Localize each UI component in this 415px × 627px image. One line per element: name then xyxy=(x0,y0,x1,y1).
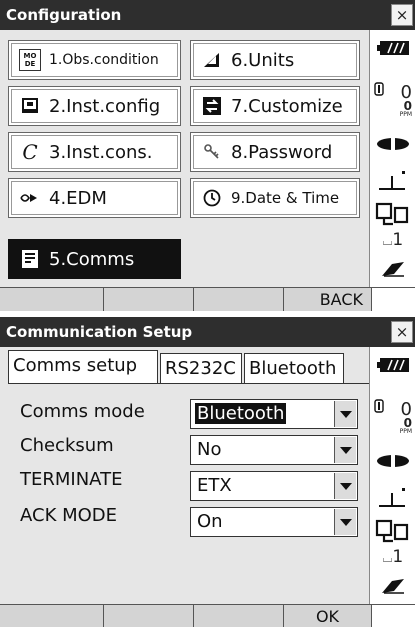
tab-comms-setup[interactable]: Comms setup xyxy=(8,350,158,384)
ack-mode-value: On xyxy=(197,511,223,532)
close-button[interactable]: × xyxy=(391,4,413,26)
comms-mode-label: Comms mode xyxy=(20,401,145,422)
menu-inst-cons[interactable]: C 3.Inst.cons. xyxy=(8,132,181,172)
menu-date-time[interactable]: 9.Date & Time xyxy=(190,178,360,218)
softkey-bar: OK xyxy=(0,604,415,627)
battery-icon xyxy=(374,357,412,376)
menu-inst-config[interactable]: 2.Inst.config xyxy=(8,86,181,126)
terminate-select[interactable]: ETX xyxy=(190,471,358,501)
terminate-value: ETX xyxy=(197,475,232,496)
prism-icon xyxy=(374,82,384,96)
clock-icon xyxy=(201,187,223,209)
chevron-down-icon[interactable] xyxy=(334,473,356,499)
memory-card-icon xyxy=(374,202,412,230)
key-icon xyxy=(201,141,223,163)
status-panel: 0 0 PPM ⌴1 xyxy=(369,30,415,290)
communication-setup-screen: Communication Setup × Comms setup RS232C… xyxy=(0,317,415,627)
page-indicator: ⌴1 xyxy=(382,230,404,250)
tab-bluetooth[interactable]: Bluetooth xyxy=(244,353,344,383)
menu-obs-condition[interactable]: MO DE 1.Obs.condition xyxy=(8,40,181,80)
page-indicator: ⌴1 xyxy=(382,547,404,567)
comms-mode-select[interactable]: Bluetooth xyxy=(190,399,358,429)
softkey-2[interactable] xyxy=(104,605,194,627)
menu-label: 8.Password xyxy=(231,141,333,163)
status-panel: 0 0 PPM ⌴1 xyxy=(369,347,415,607)
swap-icon xyxy=(201,95,223,117)
softkey-bar: BACK xyxy=(0,287,415,311)
tab-rs232c[interactable]: RS232C xyxy=(160,353,242,383)
instrument-icon xyxy=(19,95,41,117)
ppm-indicator: 0 0 PPM xyxy=(374,76,412,118)
softkey-1[interactable] xyxy=(0,288,104,311)
window-title-text: Communication Setup xyxy=(6,323,193,341)
comms-mode-value: Bluetooth xyxy=(195,403,287,424)
menu-password[interactable]: 8.Password xyxy=(190,132,360,172)
page-number: 1 xyxy=(392,547,404,567)
menu-label: 9.Date & Time xyxy=(231,189,340,207)
mode-icon: MO DE xyxy=(19,49,41,71)
menu-comms[interactable]: 5.Comms xyxy=(8,239,181,279)
chevron-down-icon[interactable] xyxy=(334,437,356,463)
menu-label: 7.Customize xyxy=(231,95,343,117)
softkey-3[interactable] xyxy=(194,605,284,627)
terminate-label: TERMINATE xyxy=(20,469,123,490)
comms-icon xyxy=(19,248,41,270)
ack-mode-select[interactable]: On xyxy=(190,507,358,537)
softkey-1[interactable] xyxy=(0,605,104,627)
ack-mode-label: ACK MODE xyxy=(20,505,118,526)
page-number: 1 xyxy=(392,230,404,250)
constant-icon: C xyxy=(22,140,38,164)
prism-icon xyxy=(374,399,384,413)
battery-icon xyxy=(374,40,412,59)
window-title: Configuration × xyxy=(0,0,415,30)
input-mode-icon xyxy=(374,575,412,599)
menu-customize[interactable]: 7.Customize xyxy=(190,86,360,126)
menu-label: 3.Inst.cons. xyxy=(49,141,153,163)
checksum-value: No xyxy=(197,439,222,460)
close-button[interactable]: × xyxy=(391,321,413,343)
menu-label: 4.EDM xyxy=(49,187,107,209)
checksum-select[interactable]: No xyxy=(190,435,358,465)
target-icon xyxy=(374,136,412,155)
ppm-unit: PPM xyxy=(399,111,412,118)
menu-label: 2.Inst.config xyxy=(49,95,161,117)
softkey-3[interactable] xyxy=(194,288,284,311)
tilt-icon xyxy=(374,485,412,513)
tab-divider xyxy=(8,383,370,384)
window-title-text: Configuration xyxy=(6,6,122,24)
menu-units[interactable]: 6.Units xyxy=(190,40,360,80)
menu-label: 5.Comms xyxy=(49,248,135,270)
memory-card-icon xyxy=(374,519,412,547)
tilt-icon xyxy=(374,168,412,196)
checksum-label: Checksum xyxy=(20,435,114,456)
chevron-down-icon[interactable] xyxy=(334,509,356,535)
angle-icon xyxy=(201,49,223,71)
ppm-unit: PPM xyxy=(399,428,412,435)
menu-label: 1.Obs.condition xyxy=(49,52,159,68)
ppm-indicator: 0 0 PPM xyxy=(374,393,412,435)
input-mode-icon xyxy=(374,258,412,282)
back-button[interactable]: BACK xyxy=(284,288,372,311)
chevron-down-icon[interactable] xyxy=(334,401,356,427)
window-title: Communication Setup × xyxy=(0,317,415,347)
configuration-screen: Configuration × MO DE 1.Obs.condition 2.… xyxy=(0,0,415,311)
softkey-2[interactable] xyxy=(104,288,194,311)
menu-edm[interactable]: 4.EDM xyxy=(8,178,181,218)
edm-icon xyxy=(19,187,41,209)
menu-label: 6.Units xyxy=(231,49,295,71)
ok-button[interactable]: OK xyxy=(284,605,372,627)
target-icon xyxy=(374,453,412,472)
